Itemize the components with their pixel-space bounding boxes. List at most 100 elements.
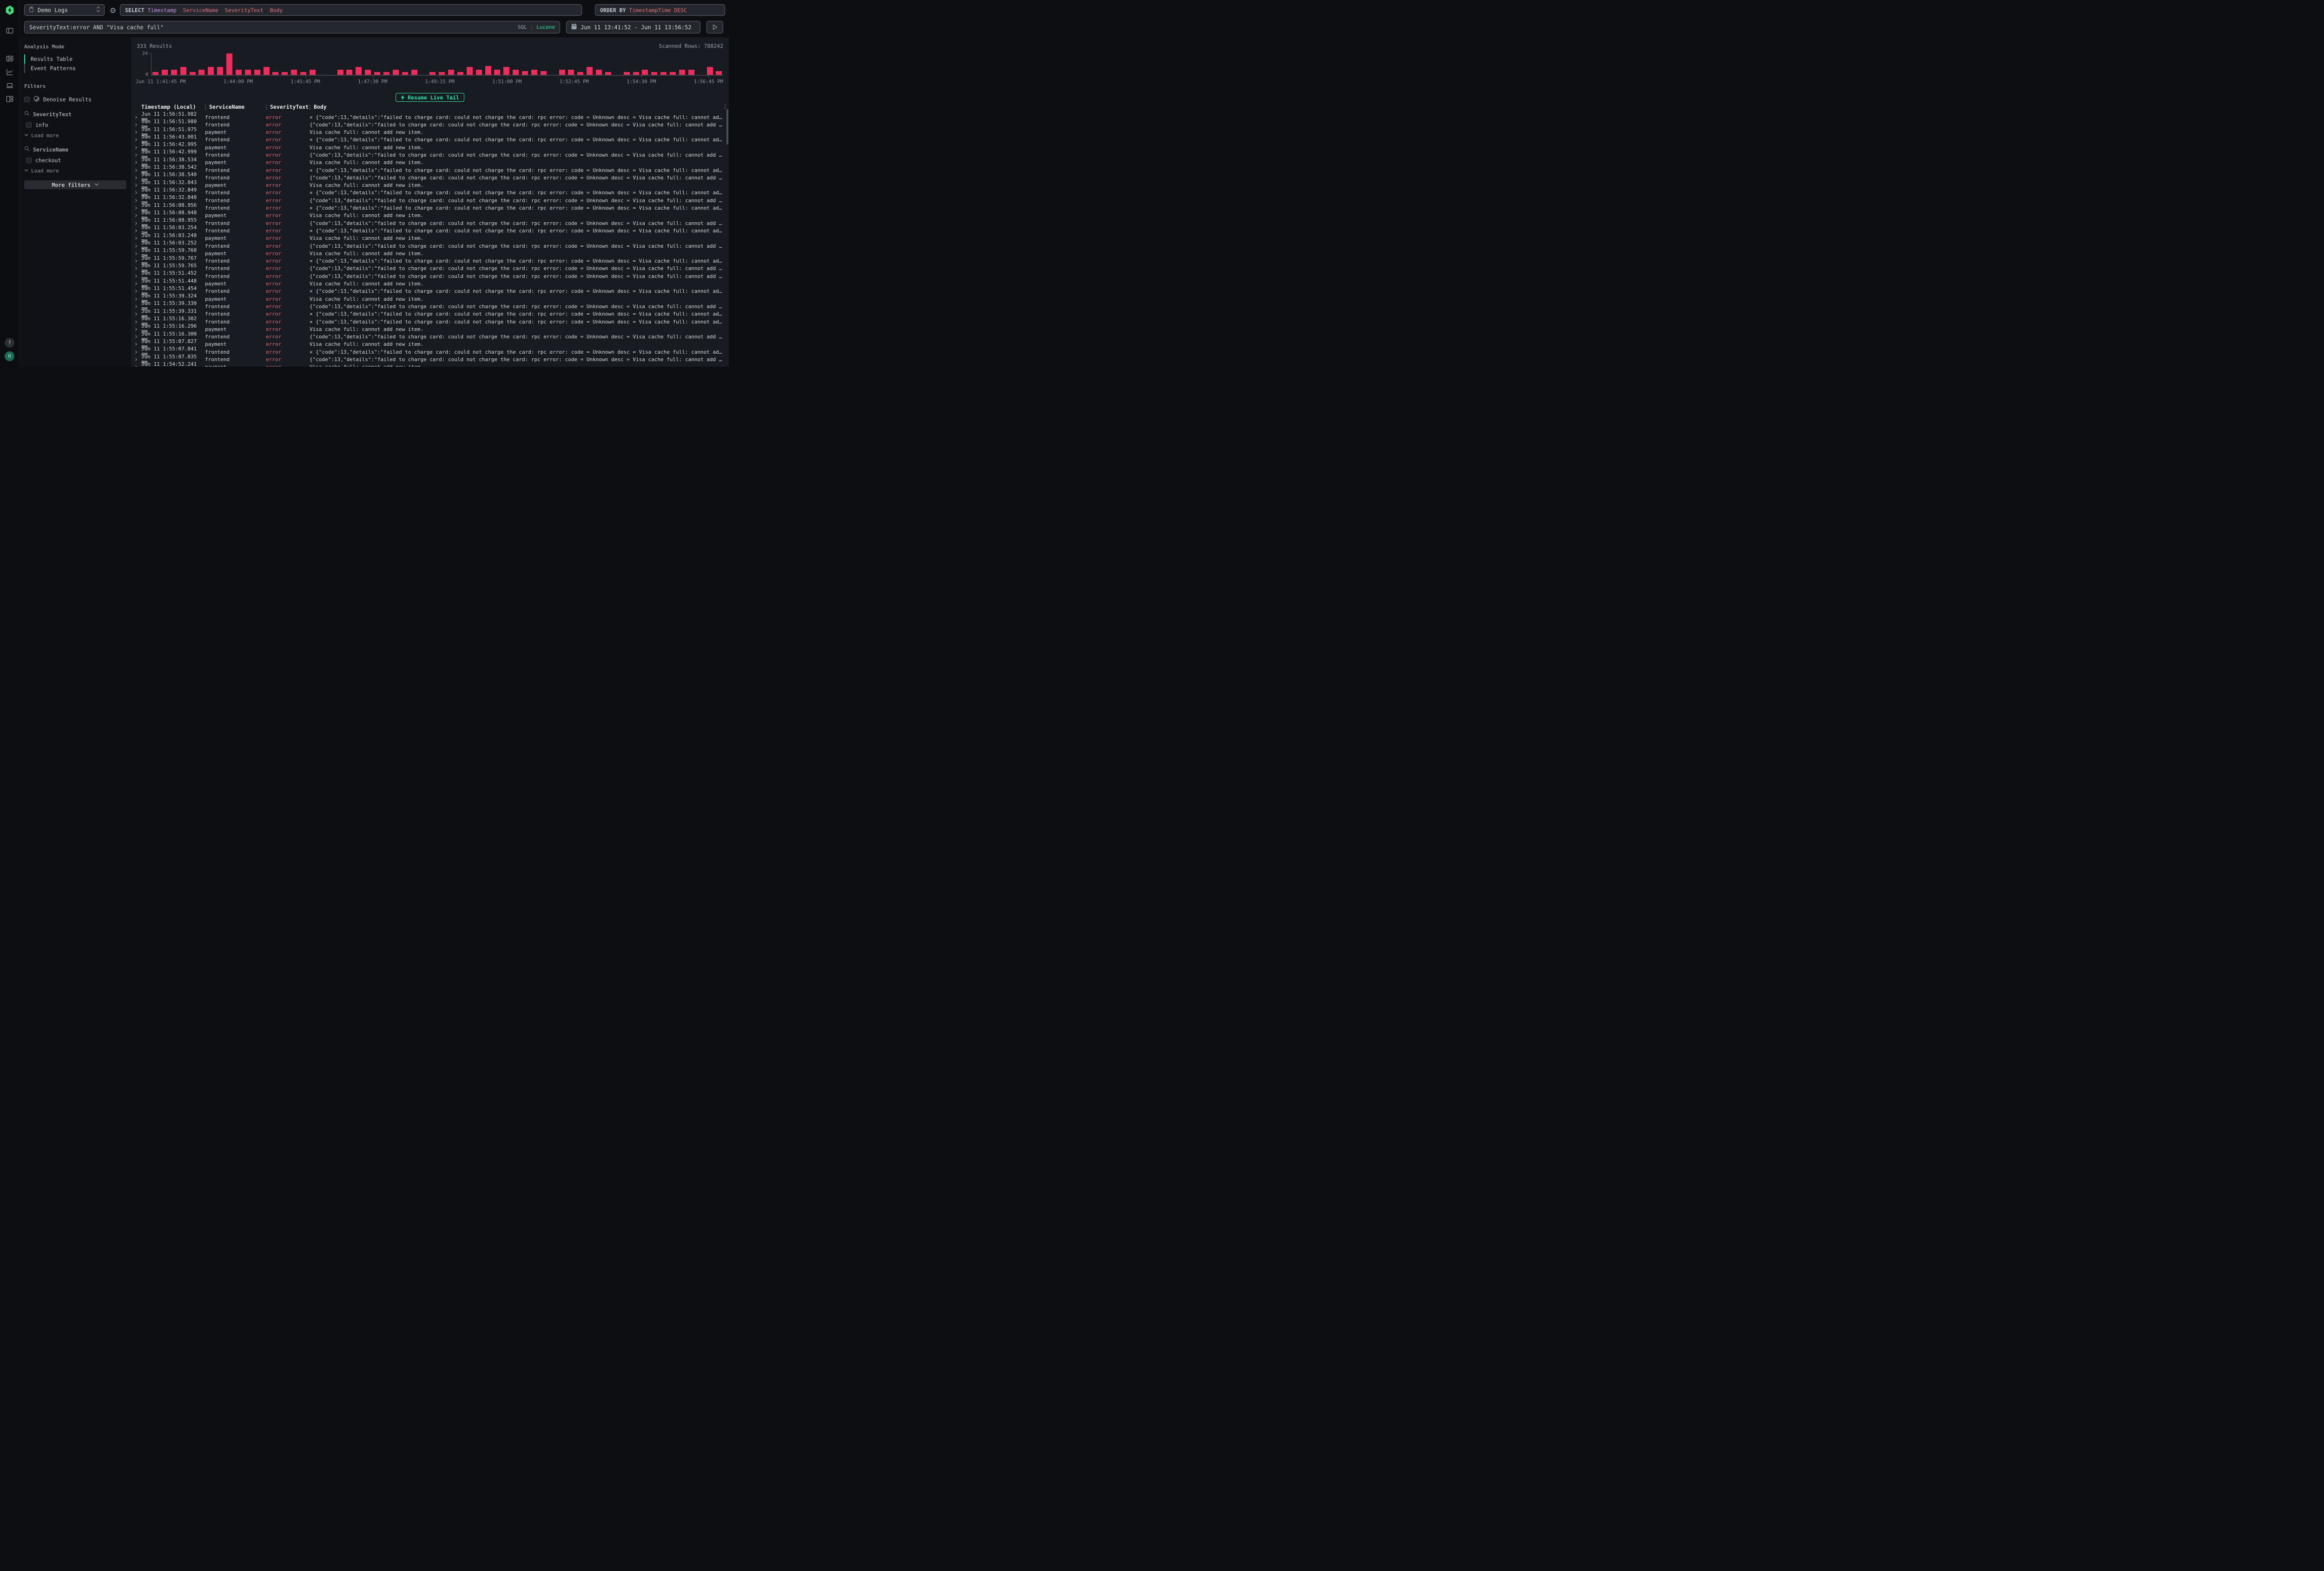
log-row[interactable]: Jun 11 1:56:51.982 PMfrontenderror× {"co… xyxy=(131,111,729,119)
search-bar[interactable]: SeverityText:error AND "Visa cache full"… xyxy=(24,21,560,33)
histogram-bar[interactable] xyxy=(688,70,694,75)
col-body[interactable]: Body xyxy=(310,104,729,110)
app-logo-icon[interactable] xyxy=(5,5,15,15)
select-query-bar[interactable]: SELECT Timestamp, ServiceName, SeverityT… xyxy=(120,4,582,16)
help-icon[interactable]: ? xyxy=(5,338,14,348)
histogram-bar[interactable] xyxy=(365,70,371,75)
checkout-checkbox[interactable] xyxy=(26,158,32,163)
histogram-bar[interactable] xyxy=(587,67,593,75)
search-input[interactable]: SeverityText:error AND "Visa cache full" xyxy=(29,24,518,31)
histogram-bar[interactable] xyxy=(642,70,648,75)
histogram-bar[interactable] xyxy=(245,70,251,75)
denoise-results-toggle[interactable]: Denoise Results xyxy=(24,96,126,103)
search-panel-icon[interactable] xyxy=(6,26,14,35)
col-servicename[interactable]: ServiceName xyxy=(205,104,266,110)
histogram-bar[interactable] xyxy=(282,72,288,75)
histogram-bar[interactable] xyxy=(429,72,436,75)
lang-sql-toggle[interactable]: SQL xyxy=(518,24,527,30)
histogram-bar[interactable] xyxy=(310,70,316,75)
lang-lucene-toggle[interactable]: Lucene xyxy=(536,24,555,30)
dashboard-icon[interactable] xyxy=(6,95,14,103)
histogram-bar[interactable] xyxy=(522,71,528,75)
logs-icon[interactable] xyxy=(6,54,14,63)
chevron-down-icon xyxy=(24,132,28,139)
histogram-bar[interactable] xyxy=(152,72,158,75)
histogram-bar[interactable] xyxy=(374,72,380,75)
histogram-bar[interactable] xyxy=(568,70,574,75)
filter-option-checkout[interactable]: checkout xyxy=(26,157,126,164)
histogram-bar[interactable] xyxy=(217,67,223,75)
histogram-bar[interactable] xyxy=(208,67,214,75)
histogram-bar[interactable] xyxy=(707,67,713,75)
histogram-bar[interactable] xyxy=(467,67,473,75)
histogram-bar[interactable] xyxy=(513,70,519,75)
histogram-bar[interactable] xyxy=(624,72,630,75)
table-scrollbar[interactable] xyxy=(726,109,728,145)
cell-severitytext: error xyxy=(266,167,310,173)
info-checkbox[interactable] xyxy=(26,122,32,128)
histogram-bar[interactable] xyxy=(254,70,260,75)
gear-icon[interactable]: ⚙ xyxy=(108,6,118,15)
histogram-bar[interactable] xyxy=(190,72,196,75)
user-avatar[interactable]: U xyxy=(5,351,14,361)
histogram-bar[interactable] xyxy=(476,70,482,75)
load-more-severitytext[interactable]: Load more xyxy=(24,132,126,139)
histogram-bar[interactable] xyxy=(559,70,565,75)
histogram-bar[interactable] xyxy=(236,70,242,75)
histogram-bar[interactable] xyxy=(596,70,602,75)
histogram-bar[interactable] xyxy=(679,70,685,75)
histogram-bar[interactable] xyxy=(439,72,445,75)
source-selector[interactable]: Demo Logs xyxy=(24,4,105,16)
laptop-icon[interactable] xyxy=(6,81,14,90)
histogram-bar[interactable] xyxy=(198,70,205,75)
denoise-checkbox[interactable] xyxy=(24,97,30,102)
col-severitytext[interactable]: SeverityText xyxy=(266,104,310,110)
histogram-bar[interactable] xyxy=(531,70,537,75)
histogram-bar[interactable] xyxy=(180,67,186,75)
column-resize-handle[interactable] xyxy=(266,105,267,110)
histogram-bar[interactable] xyxy=(494,70,500,75)
histogram-bar[interactable] xyxy=(660,72,667,75)
histogram-bar[interactable] xyxy=(670,72,676,75)
histogram-bar[interactable] xyxy=(264,67,270,75)
histogram-bar[interactable] xyxy=(356,67,362,75)
histogram-bar[interactable] xyxy=(457,72,463,75)
histogram-bar[interactable] xyxy=(346,70,352,75)
histogram-bar[interactable] xyxy=(541,71,547,75)
chart-icon[interactable] xyxy=(6,68,14,76)
histogram-bar[interactable] xyxy=(226,53,232,75)
run-query-button[interactable] xyxy=(706,21,723,33)
top-toolbar: Demo Logs ⚙ SELECT Timestamp, ServiceNam… xyxy=(20,0,729,37)
search-icon[interactable] xyxy=(24,146,30,153)
histogram-bar[interactable] xyxy=(716,71,722,75)
histogram-bar[interactable] xyxy=(291,70,297,75)
more-filters-button[interactable]: More filters xyxy=(24,180,126,189)
histogram-bar[interactable] xyxy=(633,72,639,75)
histogram-bar[interactable] xyxy=(503,67,509,75)
histogram-bar[interactable] xyxy=(171,70,177,75)
filter-option-info[interactable]: info xyxy=(26,122,126,128)
histogram-bar[interactable] xyxy=(411,70,417,75)
histogram-bar[interactable] xyxy=(605,72,611,75)
resume-live-tail-button[interactable]: Resume Live Tail xyxy=(396,93,464,102)
time-range-picker[interactable]: Jun 11 13:41:52 - Jun 11 13:56:52 xyxy=(566,21,700,33)
histogram-bar[interactable] xyxy=(383,72,390,75)
histogram-bar[interactable] xyxy=(402,72,408,75)
histogram-bar[interactable] xyxy=(393,70,399,75)
histogram-bar[interactable] xyxy=(162,70,168,75)
histogram-bar[interactable] xyxy=(448,70,454,75)
search-icon[interactable] xyxy=(24,111,30,118)
histogram-bar[interactable] xyxy=(651,72,657,75)
histogram-bar[interactable] xyxy=(300,72,306,75)
table-options-icon[interactable] xyxy=(725,104,726,109)
tab-event-patterns[interactable]: Event Patterns xyxy=(24,64,126,73)
histogram-bar[interactable] xyxy=(577,72,583,75)
load-more-servicename[interactable]: Load more xyxy=(24,168,126,174)
column-resize-handle[interactable] xyxy=(205,105,206,110)
histogram-bar[interactable] xyxy=(272,72,278,75)
histogram-bar[interactable] xyxy=(485,66,491,75)
tab-results-table[interactable]: Results Table xyxy=(24,54,126,64)
histogram-bar[interactable] xyxy=(337,70,343,75)
order-by-bar[interactable]: ORDER BY TimestampTime DESC xyxy=(595,4,725,16)
col-timestamp[interactable]: Timestamp (Local) xyxy=(141,104,205,110)
